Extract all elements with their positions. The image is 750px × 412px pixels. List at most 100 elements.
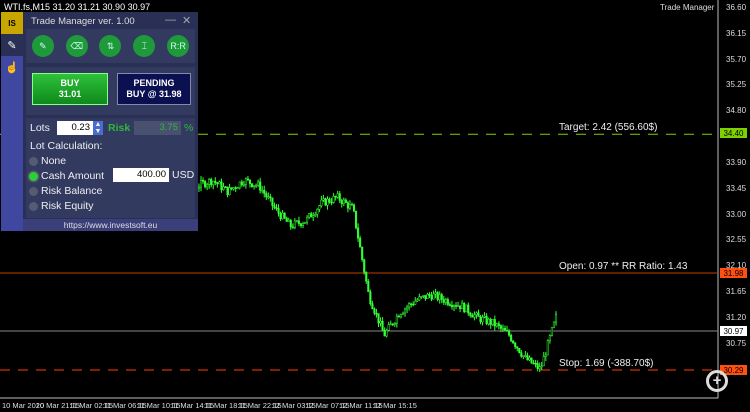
price-tick: 33.90 bbox=[726, 157, 747, 167]
candle-body bbox=[528, 357, 531, 361]
candle-body bbox=[255, 184, 258, 187]
candle-body bbox=[283, 212, 286, 219]
candle-body bbox=[406, 306, 409, 310]
candle-body bbox=[516, 346, 519, 349]
candle-body bbox=[216, 182, 219, 185]
candle-body bbox=[467, 304, 470, 314]
candle-body bbox=[385, 330, 388, 337]
candle-body bbox=[281, 212, 284, 220]
candle-body bbox=[410, 303, 413, 306]
candle-body bbox=[401, 312, 405, 315]
candle-body bbox=[367, 281, 370, 292]
candle-body bbox=[220, 181, 223, 190]
hand-tab-icon[interactable]: ☝ bbox=[1, 56, 23, 78]
candle-body bbox=[428, 293, 431, 296]
candle-body bbox=[261, 189, 264, 192]
candle-body bbox=[508, 330, 511, 336]
time-tick: 12 Mar 15:15 bbox=[372, 401, 417, 410]
candle-body bbox=[452, 305, 456, 308]
candle-body bbox=[338, 193, 341, 201]
candle-body bbox=[454, 305, 458, 307]
pending-label: PENDING bbox=[133, 78, 175, 88]
candle-body bbox=[373, 308, 376, 314]
buy-button[interactable]: BUY 31.01 bbox=[32, 73, 108, 105]
candle-body bbox=[316, 209, 319, 215]
candle-body bbox=[212, 180, 215, 186]
candle-body bbox=[320, 199, 323, 207]
stop-label: Stop: 1.69 (-388.70$) bbox=[559, 358, 654, 369]
candle-body bbox=[357, 227, 360, 239]
candle-body bbox=[330, 201, 333, 204]
minimize-button[interactable]: — bbox=[165, 14, 176, 26]
candle-body bbox=[234, 187, 237, 189]
candle-body bbox=[463, 302, 466, 313]
candle-body bbox=[308, 213, 311, 218]
candle-body bbox=[348, 204, 351, 209]
breakeven-icon[interactable]: ⌶ bbox=[133, 35, 156, 57]
lots-label: Lots bbox=[30, 122, 50, 134]
lot-calc-option[interactable]: Risk Equity bbox=[29, 200, 94, 212]
logo-icon: IS bbox=[1, 12, 23, 34]
candle-body bbox=[206, 184, 209, 188]
candle-body bbox=[389, 323, 392, 326]
candle-body bbox=[208, 179, 211, 185]
radio-icon[interactable] bbox=[29, 156, 38, 166]
pencil-icon[interactable]: ✎ bbox=[31, 35, 54, 57]
candle-body bbox=[477, 312, 480, 317]
candle-body bbox=[469, 312, 472, 316]
candle-body bbox=[520, 352, 523, 357]
candle-body bbox=[438, 294, 441, 300]
candle-body bbox=[232, 187, 235, 190]
risk-value: 3.75 bbox=[134, 121, 181, 135]
candle-body bbox=[412, 303, 415, 306]
website-link[interactable]: https://www.investsoft.eu bbox=[23, 220, 198, 230]
candle-body bbox=[534, 362, 537, 365]
candle-body bbox=[371, 303, 374, 310]
close-button[interactable]: ✕ bbox=[182, 14, 191, 27]
candle-body bbox=[393, 323, 396, 325]
price-tick: 34.80 bbox=[726, 106, 747, 116]
reverse-icon[interactable]: ⇅ bbox=[99, 35, 122, 57]
candle-body bbox=[499, 325, 502, 329]
rr-icon[interactable]: R:R bbox=[167, 35, 190, 57]
lot-calc-option[interactable]: Risk Balance bbox=[29, 185, 102, 197]
pending-price: BUY @ 31.98 bbox=[126, 89, 182, 99]
candle-body bbox=[275, 207, 278, 209]
price-tick: 33.00 bbox=[726, 209, 747, 219]
lot-calc-option[interactable]: None bbox=[29, 155, 66, 167]
cash-amount-input[interactable]: 400.00 bbox=[113, 168, 169, 182]
candle-body bbox=[355, 210, 358, 229]
candle-body bbox=[277, 208, 280, 214]
candle-body bbox=[340, 200, 343, 205]
candle-body bbox=[426, 293, 429, 300]
candle-body bbox=[210, 179, 213, 186]
lots-input[interactable]: 0.23 bbox=[57, 121, 93, 135]
candle-body bbox=[218, 181, 221, 185]
radio-icon[interactable] bbox=[29, 186, 38, 196]
eraser-icon[interactable]: ⌫ bbox=[65, 35, 88, 57]
lot-calc-label: Lot Calculation: bbox=[30, 140, 103, 152]
candle-body bbox=[257, 181, 260, 186]
candle-body bbox=[365, 272, 368, 282]
candle-body bbox=[444, 299, 447, 303]
price-tick: 31.20 bbox=[726, 312, 747, 322]
price-tick: 32.55 bbox=[726, 235, 747, 245]
candle-body bbox=[475, 312, 478, 315]
candle-body bbox=[377, 313, 380, 324]
candle-body bbox=[287, 219, 290, 222]
candle-body bbox=[418, 296, 421, 301]
indicator-label: Trade Manager bbox=[660, 3, 715, 12]
zoom-icon[interactable]: + bbox=[706, 370, 728, 392]
trade-tab-icon[interactable]: ✎ bbox=[1, 34, 23, 56]
candle-body bbox=[230, 187, 233, 190]
option-label: Risk Balance bbox=[41, 185, 103, 197]
pending-button[interactable]: PENDING BUY @ 31.98 bbox=[117, 73, 191, 105]
candle-body bbox=[299, 223, 303, 226]
lots-stepper[interactable]: ▲ ▼ bbox=[93, 121, 103, 135]
candle-body bbox=[495, 323, 498, 327]
radio-icon[interactable] bbox=[29, 171, 38, 181]
option-label: None bbox=[41, 155, 67, 167]
target-label: Target: 2.42 (556.60$) bbox=[559, 122, 658, 133]
radio-icon[interactable] bbox=[29, 201, 38, 211]
lot-calc-option[interactable]: Cash Amount bbox=[29, 170, 104, 182]
